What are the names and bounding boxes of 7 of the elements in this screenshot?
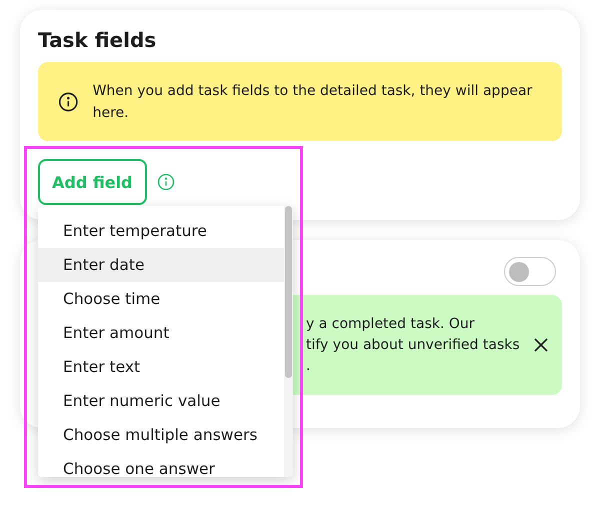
card-title: Task fields [38, 28, 158, 52]
menu-item[interactable]: Enter date [38, 248, 284, 282]
banner-text: When you add task fields to the detailed task, they will appear here. [92, 82, 534, 122]
banner-text: tify you about unverified tasks [306, 336, 520, 354]
banner-text: y a completed task. Our [306, 314, 476, 334]
banner-text: . [306, 356, 312, 376]
menu-item[interactable]: Choose one answer [38, 452, 284, 477]
